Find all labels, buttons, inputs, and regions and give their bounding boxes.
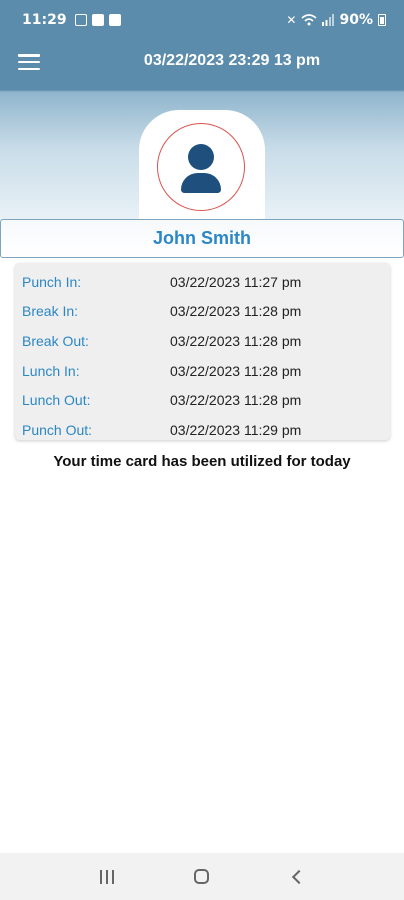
page-title: 03/22/2023 23:29 13 pm (143, 52, 321, 69)
avatar-card (139, 110, 265, 230)
signal-icon (322, 14, 335, 26)
status-time: 11:29 (22, 12, 67, 28)
employee-name: John Smith (0, 219, 404, 258)
punch-value: 03/22/2023 11:28 pm (170, 303, 302, 320)
checkbox-icon (91, 14, 104, 26)
punch-value: 03/22/2023 11:28 pm (170, 362, 302, 379)
user-avatar-body (181, 173, 221, 193)
battery-icon (378, 14, 386, 26)
sd-card-icon (74, 14, 87, 26)
user-avatar-icon (188, 144, 214, 170)
punch-row-break-out: Break Out: 03/22/2023 11:28 pm (15, 326, 390, 356)
status-bar: 11:29 ✕ 90% (0, 0, 404, 40)
home-icon (194, 869, 210, 884)
image-icon (108, 14, 121, 26)
punch-value: 03/22/2023 11:29 pm (170, 421, 302, 438)
punch-label: Break Out: (22, 332, 89, 349)
home-button[interactable] (187, 862, 217, 892)
punch-label: Lunch In: (22, 362, 80, 379)
punch-row-lunch-in: Lunch In: 03/22/2023 11:28 pm (15, 356, 390, 386)
wifi-icon (301, 14, 318, 26)
status-message: Your time card has been utilized for tod… (53, 453, 351, 470)
punch-list: Punch In: 03/22/2023 11:27 pm Break In: … (15, 263, 390, 440)
back-icon (291, 869, 306, 884)
system-nav-bar (0, 853, 404, 900)
punch-row-break-in: Break In: 03/22/2023 11:28 pm (15, 297, 390, 327)
punch-label: Punch Out: (22, 421, 93, 438)
punch-row-punch-out: Punch Out: 03/22/2023 11:29 pm (15, 415, 390, 445)
recents-button[interactable] (92, 862, 122, 892)
punch-row-punch-in: Punch In: 03/22/2023 11:27 pm (15, 267, 390, 297)
punch-label: Punch In: (22, 273, 82, 290)
app-bar: 03/22/2023 23:29 13 pm (0, 40, 404, 86)
mute-icon: ✕ (286, 13, 297, 27)
recents-icon (100, 869, 115, 884)
punch-value: 03/22/2023 11:28 pm (170, 332, 302, 349)
punch-label: Break In: (22, 303, 79, 320)
avatar[interactable] (157, 123, 245, 211)
battery-percentage: 90% (339, 12, 373, 28)
punch-value: 03/22/2023 11:27 pm (170, 273, 302, 290)
punch-row-lunch-out: Lunch Out: 03/22/2023 11:28 pm (15, 385, 390, 415)
punch-value: 03/22/2023 11:28 pm (170, 392, 302, 409)
back-button[interactable] (282, 862, 312, 892)
punch-label: Lunch Out: (22, 392, 91, 409)
